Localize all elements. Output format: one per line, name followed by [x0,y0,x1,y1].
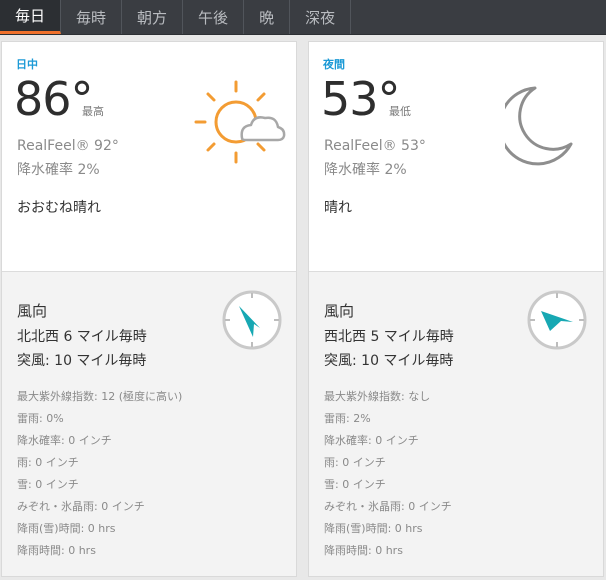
night-detail-precip: 降水確率: 0 インチ [324,434,419,447]
day-detail-rain: 雨: 0 インチ [17,456,79,469]
compass-icon [527,290,587,350]
night-wind-gust: 突風: 10 マイル毎時 [324,353,454,369]
night-detail-ice: みぞれ・氷晶雨: 0 インチ [324,500,452,513]
compass-icon [222,290,282,350]
tab-evening[interactable]: 晩 [244,0,291,34]
night-period-label: 夜間 [323,58,345,71]
day-detail-ice: みぞれ・氷晶雨: 0 インチ [17,500,145,513]
tab-hourly-label: 毎時 [76,8,107,27]
night-detail-rain: 雨: 0 インチ [324,456,386,469]
day-wind-gust: 突風: 10 マイル毎時 [17,353,147,369]
day-detail-uv: 最大紫外線指数: 12 (極度に高い) [17,390,183,403]
night-wind-section: 風向 西北西 5 マイル毎時 突風: 10 マイル毎時 最大紫外線指数: なし … [309,272,603,578]
night-low-label: 最低 [389,105,411,118]
day-period-label: 日中 [16,58,38,71]
tab-overnight-label: 深夜 [305,8,336,27]
day-realfeel: RealFeel® 92° [17,138,119,154]
day-detail-thunderstorm: 雷雨: 0% [17,412,64,425]
day-wind-title: 風向 [17,302,48,320]
night-condition: 晴れ [324,200,352,216]
tab-morning[interactable]: 朝方 [122,0,184,34]
day-card: 日中 86° 最高 RealFeel® 92° 降水確率 2% おおむね晴れ 風… [1,41,297,577]
night-detail-precip-hours: 降雨(雪)時間: 0 hrs [324,522,423,535]
night-detail-uv: 最大紫外線指数: なし [324,390,431,403]
day-precip-chance: 降水確率 2% [17,162,100,178]
day-condition: おおむね晴れ [17,200,101,216]
forecast-cards: 日中 86° 最高 RealFeel® 92° 降水確率 2% おおむね晴れ 風… [0,41,606,580]
day-wind-section: 風向 北北西 6 マイル毎時 突風: 10 マイル毎時 最大紫外線指数: 12 … [2,272,296,578]
day-high-label: 最高 [82,105,104,118]
night-detail-thunderstorm: 雷雨: 2% [324,412,371,425]
night-precip-chance: 降水確率 2% [324,162,407,178]
night-summary: 夜間 53° 最低 RealFeel® 53° 降水確率 2% 晴れ [309,42,603,272]
night-wind-speed: 西北西 5 マイル毎時 [324,329,454,345]
day-detail-precip-hours: 降雨(雪)時間: 0 hrs [17,522,116,535]
day-detail-rain-hours: 降雨時間: 0 hrs [17,544,96,557]
tab-bar: 毎日 毎時 朝方 午後 晩 深夜 [0,0,606,35]
night-detail-snow: 雪: 0 インチ [324,478,386,491]
day-summary: 日中 86° 最高 RealFeel® 92° 降水確率 2% おおむね晴れ [2,42,296,272]
tab-afternoon[interactable]: 午後 [183,0,245,34]
night-detail-rain-hours: 降雨時間: 0 hrs [324,544,403,557]
tab-daily[interactable]: 毎日 [0,0,62,34]
day-detail-snow: 雪: 0 インチ [17,478,79,491]
night-details-list: 最大紫外線指数: なし 雷雨: 2% 降水確率: 0 インチ 雨: 0 インチ … [324,386,452,562]
day-wind-speed: 北北西 6 マイル毎時 [17,329,147,345]
tab-morning-label: 朝方 [137,8,168,27]
night-temperature: 53° [321,72,401,126]
day-temperature: 86° [14,72,94,126]
tab-overnight[interactable]: 深夜 [290,0,352,34]
night-realfeel: RealFeel® 53° [324,138,426,154]
tab-evening-label: 晩 [259,8,275,27]
day-details-list: 最大紫外線指数: 12 (極度に高い) 雷雨: 0% 降水確率: 0 インチ 雨… [17,386,182,562]
tab-daily-label: 毎日 [15,7,46,25]
night-card: 夜間 53° 最低 RealFeel® 53° 降水確率 2% 晴れ 風向 西北… [308,41,604,577]
day-detail-precip: 降水確率: 0 インチ [17,434,112,447]
tab-afternoon-label: 午後 [198,8,229,27]
partly-sunny-icon [194,80,286,164]
tab-hourly[interactable]: 毎時 [61,0,123,34]
moon-icon [505,86,573,166]
night-wind-title: 風向 [324,302,355,320]
